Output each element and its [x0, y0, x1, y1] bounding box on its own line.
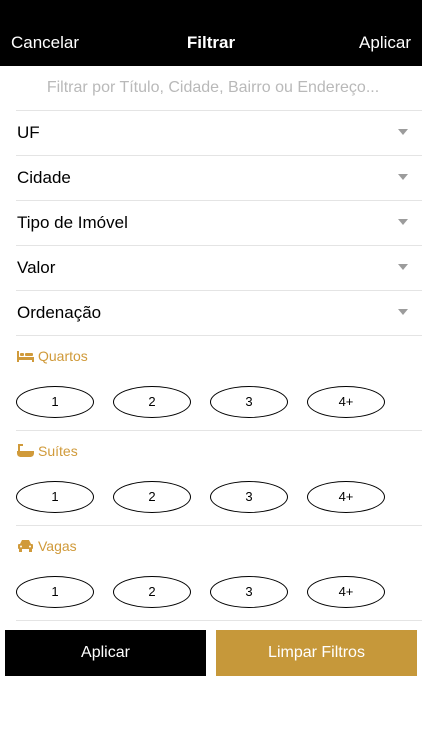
option-suites-4plus[interactable]: 4+: [307, 481, 385, 513]
option-vagas-4plus[interactable]: 4+: [307, 576, 385, 608]
chevron-down-icon: [398, 174, 408, 180]
dropdown-label: Ordenação: [17, 303, 102, 322]
option-quartos-1[interactable]: 1: [16, 386, 94, 418]
navigation-bar: Cancelar Filtrar Aplicar: [0, 0, 422, 66]
apply-nav-button[interactable]: Aplicar: [359, 32, 411, 54]
option-quartos-3[interactable]: 3: [210, 386, 288, 418]
apply-button[interactable]: Aplicar: [5, 630, 206, 676]
dropdown-label: UF: [17, 123, 40, 142]
dropdown-label: Valor: [17, 258, 56, 277]
dropdown-label: Tipo de Imóvel: [17, 213, 128, 232]
bathtub-icon: [17, 444, 34, 457]
chevron-down-icon: [398, 129, 408, 135]
divider: [16, 620, 422, 621]
bed-icon: [17, 351, 34, 362]
chevron-down-icon: [398, 264, 408, 270]
dropdown-cidade[interactable]: Cidade: [0, 155, 422, 200]
section-title: Quartos: [38, 348, 88, 364]
option-suites-2[interactable]: 2: [113, 481, 191, 513]
section-title: Suítes: [38, 443, 78, 459]
clear-filters-button[interactable]: Limpar Filtros: [216, 630, 417, 676]
option-quartos-4plus[interactable]: 4+: [307, 386, 385, 418]
option-quartos-2[interactable]: 2: [113, 386, 191, 418]
search-bar: [0, 66, 422, 110]
divider: [16, 525, 422, 526]
dropdown-valor[interactable]: Valor: [0, 245, 422, 290]
option-vagas-3[interactable]: 3: [210, 576, 288, 608]
option-suites-3[interactable]: 3: [210, 481, 288, 513]
option-suites-1[interactable]: 1: [16, 481, 94, 513]
dropdown-label: Cidade: [17, 168, 71, 187]
chevron-down-icon: [398, 219, 408, 225]
section-header-suites: Suítes: [17, 442, 78, 460]
dropdown-tipo-imovel[interactable]: Tipo de Imóvel: [0, 200, 422, 245]
chevron-down-icon: [398, 309, 408, 315]
section-header-vagas: Vagas: [17, 537, 77, 555]
search-input[interactable]: [18, 66, 408, 110]
dropdown-uf[interactable]: UF: [0, 110, 422, 155]
car-icon: [18, 540, 33, 552]
divider: [16, 335, 422, 336]
option-vagas-1[interactable]: 1: [16, 576, 94, 608]
divider: [16, 430, 422, 431]
dropdown-ordenacao[interactable]: Ordenação: [0, 290, 422, 335]
section-title: Vagas: [38, 538, 77, 554]
option-vagas-2[interactable]: 2: [113, 576, 191, 608]
section-header-quartos: Quartos: [17, 347, 88, 365]
